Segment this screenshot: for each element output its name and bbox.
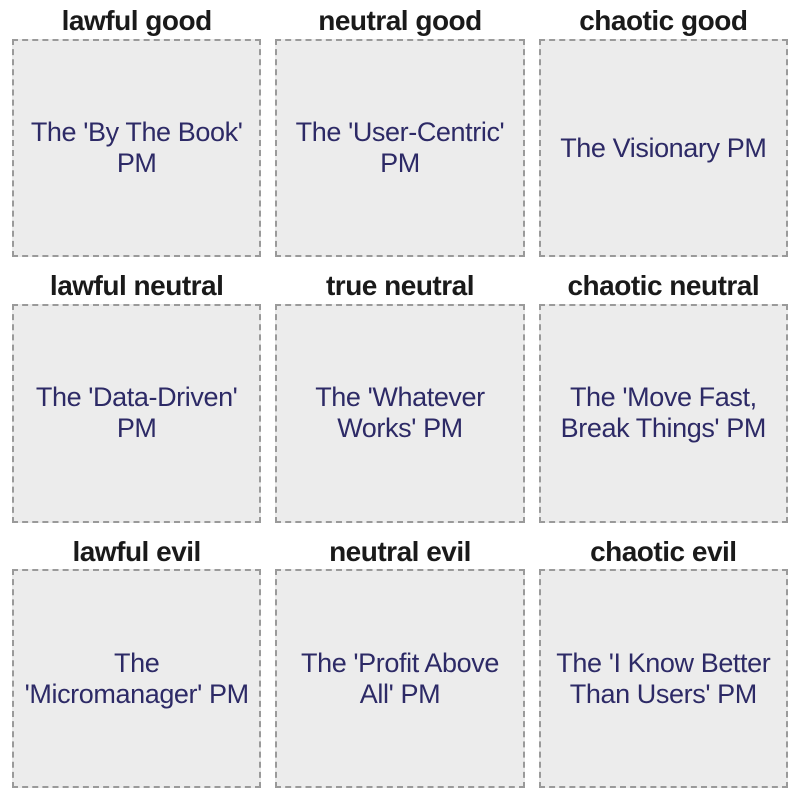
cell-content: The 'Profit Above All' PM bbox=[285, 648, 514, 710]
alignment-chart-grid: lawful good The 'By The Book' PM neutral… bbox=[0, 0, 800, 800]
cell-box: The 'User-Centric' PM bbox=[275, 39, 524, 258]
cell-content: The 'Micromanager' PM bbox=[22, 648, 251, 710]
cell-content: The Visionary PM bbox=[560, 133, 766, 164]
alignment-label: lawful neutral bbox=[12, 271, 261, 304]
cell-content: The 'User-Centric' PM bbox=[285, 117, 514, 179]
cell-neutral-good: neutral good The 'User-Centric' PM bbox=[275, 6, 524, 257]
cell-content: The 'Whatever Works' PM bbox=[285, 382, 514, 444]
cell-box: The 'Micromanager' PM bbox=[12, 569, 261, 788]
cell-box: The Visionary PM bbox=[539, 39, 788, 258]
cell-box: The 'Profit Above All' PM bbox=[275, 569, 524, 788]
cell-box: The 'I Know Better Than Users' PM bbox=[539, 569, 788, 788]
cell-content: The 'Move Fast, Break Things' PM bbox=[549, 382, 778, 444]
cell-content: The 'Data-Driven' PM bbox=[22, 382, 251, 444]
cell-neutral-evil: neutral evil The 'Profit Above All' PM bbox=[275, 537, 524, 788]
cell-box: The 'By The Book' PM bbox=[12, 39, 261, 258]
alignment-label: neutral good bbox=[275, 6, 524, 39]
alignment-label: chaotic evil bbox=[539, 537, 788, 570]
cell-lawful-evil: lawful evil The 'Micromanager' PM bbox=[12, 537, 261, 788]
cell-box: The 'Whatever Works' PM bbox=[275, 304, 524, 523]
alignment-label: lawful good bbox=[12, 6, 261, 39]
alignment-label: neutral evil bbox=[275, 537, 524, 570]
alignment-label: true neutral bbox=[275, 271, 524, 304]
cell-content: The 'By The Book' PM bbox=[22, 117, 251, 179]
cell-box: The 'Move Fast, Break Things' PM bbox=[539, 304, 788, 523]
cell-true-neutral: true neutral The 'Whatever Works' PM bbox=[275, 271, 524, 522]
alignment-label: chaotic neutral bbox=[539, 271, 788, 304]
cell-chaotic-good: chaotic good The Visionary PM bbox=[539, 6, 788, 257]
cell-content: The 'I Know Better Than Users' PM bbox=[549, 648, 778, 710]
cell-box: The 'Data-Driven' PM bbox=[12, 304, 261, 523]
cell-chaotic-neutral: chaotic neutral The 'Move Fast, Break Th… bbox=[539, 271, 788, 522]
cell-lawful-neutral: lawful neutral The 'Data-Driven' PM bbox=[12, 271, 261, 522]
cell-lawful-good: lawful good The 'By The Book' PM bbox=[12, 6, 261, 257]
alignment-label: chaotic good bbox=[539, 6, 788, 39]
cell-chaotic-evil: chaotic evil The 'I Know Better Than Use… bbox=[539, 537, 788, 788]
alignment-label: lawful evil bbox=[12, 537, 261, 570]
